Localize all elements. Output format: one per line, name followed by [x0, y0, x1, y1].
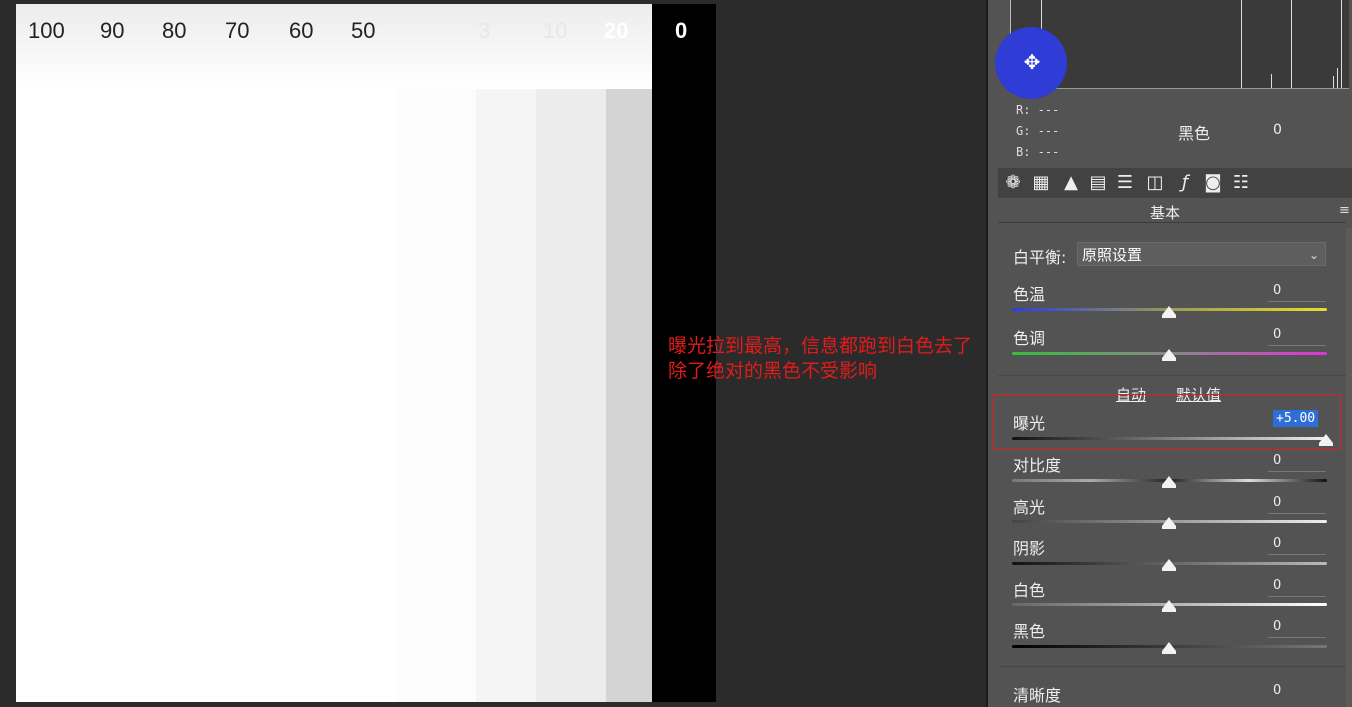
annotation-line: 曝光拉到最高，信息都跑到白色去了: [668, 335, 973, 357]
temperature-thumb[interactable]: [1162, 306, 1176, 318]
tone-label: 0: [675, 18, 688, 43]
aperture-icon[interactable]: ❁: [1002, 172, 1024, 194]
tone-label: 50: [351, 18, 376, 43]
section-divider: [998, 222, 1346, 223]
image-canvas[interactable]: 100 90 80 70 60 50 3 10 20 0: [16, 4, 716, 702]
tone-label: 90: [100, 18, 125, 43]
panel-scrollbar[interactable]: [1346, 228, 1352, 707]
grid-icon[interactable]: ▦: [1030, 172, 1052, 194]
highlight-box: [993, 394, 1341, 450]
tint-label: 色调: [1013, 329, 1046, 348]
lines-icon[interactable]: ☰: [1114, 172, 1136, 194]
tint-value[interactable]: 0: [1273, 327, 1281, 342]
annotation-text: 曝光拉到最高，信息都跑到白色去了 除了绝对的黑色不受影响: [668, 334, 972, 384]
tone-label: 3: [478, 18, 491, 43]
tone-label: 100: [28, 18, 65, 43]
whites-label: 白色: [1013, 581, 1046, 600]
tone-label: 20: [604, 18, 629, 43]
blacks-label: 黑色: [1013, 622, 1046, 641]
lens-icon[interactable]: ◫: [1144, 172, 1166, 194]
tone-strip: [536, 4, 606, 702]
contrast-label: 对比度: [1013, 456, 1062, 475]
r-readout: R: ---: [1016, 103, 1060, 117]
temperature-label: 色温: [1013, 285, 1046, 304]
white-balance-select[interactable]: 原照设置 ⌄: [1077, 242, 1326, 266]
tone-label: 10: [543, 18, 568, 43]
tone-label: 60: [289, 18, 314, 43]
clarity-label: 清晰度: [1013, 686, 1062, 705]
highlights-label: 高光: [1013, 498, 1046, 517]
section-title: 基本: [1150, 204, 1181, 222]
contrast-value[interactable]: 0: [1273, 453, 1281, 468]
value-underline: [1268, 637, 1326, 638]
fx-icon[interactable]: ƒ: [1174, 172, 1196, 194]
value-underline: [1268, 345, 1326, 346]
panel-menu-icon[interactable]: ≡: [1339, 203, 1352, 218]
info-label: 黑色: [1178, 124, 1211, 143]
rgb-readout: R: --- G: --- B: ---: [1016, 100, 1059, 163]
shadows-label: 阴影: [1013, 539, 1046, 558]
move-cursor-icon: ✥: [1023, 50, 1041, 74]
tone-strip: [476, 4, 536, 702]
whites-thumb[interactable]: [1162, 600, 1176, 612]
top-fade: [16, 4, 652, 89]
split-icon[interactable]: ▤: [1087, 172, 1109, 194]
b-readout: B: ---: [1016, 145, 1060, 159]
group-divider: [998, 666, 1346, 667]
temperature-value[interactable]: 0: [1273, 283, 1281, 298]
shadows-thumb[interactable]: [1162, 559, 1176, 571]
highlights-thumb[interactable]: [1162, 517, 1176, 529]
tint-thumb[interactable]: [1162, 349, 1176, 361]
highlights-value[interactable]: 0: [1273, 495, 1281, 510]
chevron-down-icon: ⌄: [1308, 248, 1319, 262]
blacks-value[interactable]: 0: [1273, 619, 1281, 634]
contrast-thumb[interactable]: [1162, 476, 1176, 488]
value-underline: [1268, 471, 1326, 472]
mountain-icon[interactable]: ▲: [1060, 172, 1082, 194]
value-underline: [1268, 513, 1326, 514]
blacks-thumb[interactable]: [1162, 642, 1176, 654]
shadows-value[interactable]: 0: [1273, 536, 1281, 551]
clarity-value[interactable]: 0: [1273, 683, 1281, 698]
tone-strip: [16, 4, 396, 702]
whites-value[interactable]: 0: [1273, 578, 1281, 593]
camera-icon[interactable]: ◙: [1202, 172, 1224, 194]
value-underline: [1268, 301, 1326, 302]
white-balance-label: 白平衡:: [1013, 248, 1067, 267]
tone-strip: [396, 4, 476, 702]
white-balance-value: 原照设置: [1082, 246, 1143, 264]
value-underline: [1268, 554, 1326, 555]
info-value: 0: [1273, 122, 1282, 138]
g-readout: G: ---: [1016, 124, 1060, 138]
tone-label: 80: [162, 18, 187, 43]
tone-label: 70: [225, 18, 250, 43]
group-divider: [998, 375, 1346, 376]
tone-strip: [606, 4, 652, 702]
value-underline: [1268, 596, 1326, 597]
annotation-line: 除了绝对的黑色不受影响: [668, 360, 878, 382]
sliders-icon[interactable]: ☷: [1230, 172, 1252, 194]
